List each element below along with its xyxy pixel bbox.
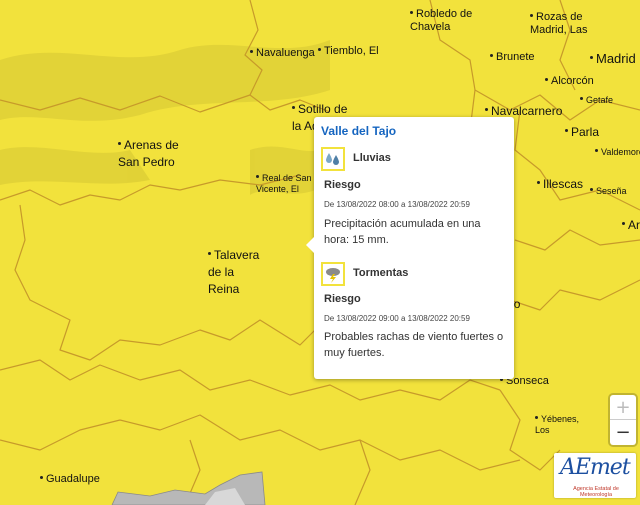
place-name: Getafe	[586, 95, 614, 105]
popup-arrow	[306, 237, 314, 253]
place-label-getafe: Getafe	[580, 95, 613, 106]
place-dot	[40, 475, 43, 479]
place-name: Chavela	[410, 21, 451, 33]
warning-name: Lluvias	[353, 152, 391, 164]
warning-name: Tormentas	[353, 267, 409, 279]
place-dot	[580, 97, 583, 101]
zoom-control: + −	[610, 395, 636, 445]
logo-wordmark: AEmet	[560, 455, 631, 480]
place-name: Yébenes,	[541, 414, 580, 424]
place-label-tiemblo: Tiemblo, El	[318, 45, 379, 58]
place-label-talavera: Talavera de la Reina	[208, 247, 259, 298]
place-name: Brunete	[496, 51, 535, 63]
place-dot	[545, 77, 548, 81]
place-name: Robledo de	[416, 8, 473, 20]
place-dot	[622, 222, 625, 226]
place-name: Vicente, El	[256, 184, 299, 194]
zoom-out-button[interactable]: −	[610, 420, 636, 445]
place-name: de la	[208, 265, 235, 279]
place-dot	[485, 108, 488, 112]
place-dot	[292, 106, 295, 110]
riesgo-label: Riesgo	[324, 179, 361, 191]
place-name: Guadalupe	[46, 473, 100, 485]
zone-title: Valle del Tajo	[321, 124, 397, 138]
place-label-aranjuez: Ara	[622, 217, 640, 234]
place-label-arenas: Arenas de San Pedro	[118, 137, 179, 171]
warning-period: De 13/08/2022 08:00 a 13/08/2022 20:59	[324, 200, 470, 209]
place-name: Valdemoro	[601, 147, 640, 157]
place-dot	[530, 13, 533, 17]
place-dot	[590, 188, 593, 192]
place-name: Madrid, Las	[530, 24, 588, 36]
place-dot	[590, 56, 593, 60]
place-label-valdemoro: Valdemoro	[595, 147, 640, 158]
place-label-brunete: Brunete	[490, 51, 535, 64]
place-dot	[537, 181, 540, 185]
place-label-yebenes: Yébenes, Los	[535, 414, 579, 436]
riesgo-label: Riesgo	[324, 293, 361, 305]
warning-description: Precipitación acumulada en una hora: 15 …	[324, 218, 481, 246]
place-dot	[490, 53, 493, 57]
place-label-rozas: Rozas de Madrid, Las	[530, 11, 587, 37]
logo-subtitle: Agencia Estatal de Meteorología	[573, 486, 619, 498]
place-label-parla: Parla	[565, 124, 599, 141]
storm-icon	[321, 262, 345, 286]
place-dot	[208, 252, 211, 256]
place-name: San Pedro	[118, 155, 175, 169]
place-name: Navaluenga	[256, 47, 315, 59]
place-dot	[256, 175, 259, 179]
zoom-in-button[interactable]: +	[610, 395, 636, 420]
place-label-sesena: Seseña	[590, 186, 627, 197]
warning-popup: Valle del Tajo Lluvias Riesgo De 13/08/2…	[306, 117, 514, 379]
place-name: Sotillo de	[298, 102, 348, 116]
place-name: Alcorcón	[551, 75, 594, 87]
place-name: Talavera	[214, 248, 260, 262]
place-name: Illescas	[543, 177, 584, 191]
warning-period: De 13/08/2022 09:00 a 13/08/2022 20:59	[324, 314, 470, 323]
rain-icon	[321, 147, 345, 171]
place-name: Rozas de	[536, 11, 583, 23]
place-name: Reina	[208, 282, 240, 296]
place-dot	[250, 49, 253, 53]
place-name: Tiemblo, El	[324, 45, 379, 57]
place-label-real: Real de San Vicente, El	[256, 173, 312, 195]
place-name: Arenas de	[124, 138, 179, 152]
place-label-madrid: Madrid	[590, 50, 636, 67]
place-name: Seseña	[596, 186, 627, 196]
place-dot	[535, 416, 538, 420]
place-dot	[410, 10, 413, 14]
place-name: Los	[535, 425, 550, 435]
place-label-alcorcon: Alcorcón	[545, 75, 594, 88]
place-dot	[318, 47, 321, 51]
place-name: Real de San	[262, 173, 312, 183]
place-label-guadalupe: Guadalupe	[40, 473, 100, 486]
place-name: Ara	[628, 218, 640, 232]
place-label-illescas: Illescas	[537, 176, 583, 193]
place-name: Madrid	[596, 51, 636, 66]
aemet-logo[interactable]: AEmet Agencia Estatal de Meteorología	[554, 453, 636, 498]
place-name: Navalcarnero	[491, 104, 563, 118]
place-dot	[565, 129, 568, 133]
place-dot	[595, 149, 598, 153]
place-label-navaluenga: Navaluenga	[250, 47, 315, 60]
warning-description: Probables rachas de viento fuertes o muy…	[324, 331, 504, 359]
place-name: Parla	[571, 125, 600, 139]
place-dot	[118, 142, 121, 146]
place-label-robledo: Robledo de Chavela	[410, 8, 472, 34]
